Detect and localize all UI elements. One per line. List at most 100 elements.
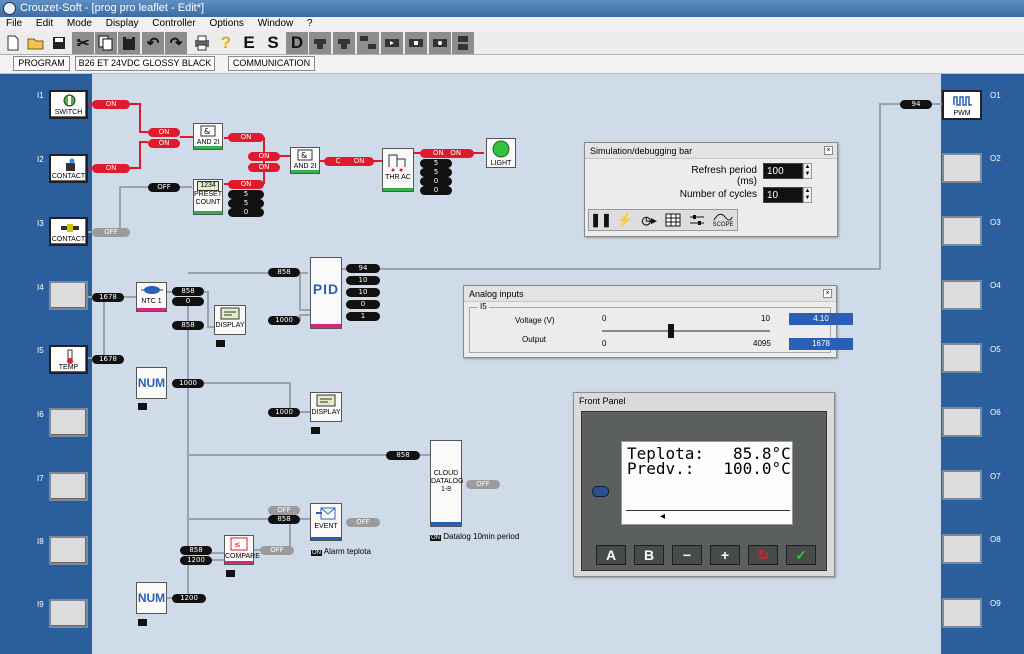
signal-value: 0 [420,186,452,195]
pwm-block[interactable]: PWM [942,90,982,120]
num-tag-icon [138,403,147,410]
refresh-period-input[interactable]: 100 [763,163,803,179]
sliders-icon[interactable] [686,210,708,230]
clock-step-icon[interactable]: ◷▸ [638,210,660,230]
refresh-spinner[interactable]: ▲ ▼ [803,163,812,179]
signal-value: 858 [268,515,300,524]
cloud-datalog-block[interactable]: CLOUD DATALOG 1-8 [430,440,463,527]
close-icon[interactable]: × [824,146,833,155]
front-button-ok[interactable]: ✓ [786,545,816,565]
output-max: 4095 [753,339,771,348]
lightning-icon[interactable]: ⚡ [614,210,636,230]
empty-input-slot[interactable] [49,472,88,501]
ntc-block[interactable]: NTC 1 [136,282,167,312]
display-tag-icon [311,427,320,434]
window-title-bar: Analog inputs × [464,286,836,302]
signal-value: ON [248,152,280,161]
window-title-bar: Simulation/debugging bar × [585,143,837,159]
empty-input-slot[interactable] [49,281,88,310]
close-icon[interactable]: × [823,289,832,298]
contact-block[interactable]: CONTACT [49,154,88,183]
empty-input-slot[interactable] [49,408,88,437]
front-panel-body: Teplota: 85.8°C Predv.: 100.0°C ◂ A B − +… [581,411,827,571]
signal-value: OFF [346,518,380,527]
scope-button[interactable]: SCOPE [710,210,736,230]
signal-value: OFF [92,228,130,237]
display-block-1[interactable]: DISPLAY [214,305,246,335]
table-icon[interactable] [662,210,684,230]
switch-block[interactable]: SWITCH [49,90,88,119]
front-button-b[interactable]: B [634,545,664,565]
scope-wave-icon [713,213,733,221]
empty-output-slot[interactable] [942,343,982,373]
cycles-input[interactable]: 10 [763,187,803,203]
signal-value: 1678 [92,355,124,364]
signal-value: ON [92,100,130,109]
empty-output-slot[interactable] [942,534,982,564]
and-gate-block-1[interactable]: & AND 2I [193,123,223,150]
num-block-1[interactable]: NUM [136,367,167,399]
display-tag-icon [216,340,225,347]
num-tag-icon [138,619,147,626]
cycles-spinner[interactable]: ▲ ▼ [803,187,812,203]
temp-block[interactable]: TEMP [49,345,88,374]
empty-output-slot[interactable] [942,280,982,310]
svg-text:≤: ≤ [234,540,241,549]
thrac-icon [388,154,406,172]
voltage-value[interactable]: 4.10 [789,313,853,325]
cursor-icon: ◂ [660,511,666,522]
front-button-minus[interactable]: − [672,545,702,565]
empty-output-slot[interactable] [942,598,982,628]
compare-tag-icon [226,570,235,577]
signal-value: 10 [346,288,380,297]
contact-block[interactable]: CONTACT [49,217,88,246]
front-panel-window: Front Panel Teplota: 85.8°C Predv.: 100.0… [573,392,835,577]
lcd-screen: Teplota: 85.8°C Predv.: 100.0°C [621,441,793,525]
signal-value: ON [228,180,264,189]
front-button-a[interactable]: A [596,545,626,565]
front-button-escape[interactable]: ↻ [748,545,778,565]
and-gate-icon: & [200,125,216,137]
signal-value: 5 [420,159,452,168]
contact-icon [66,158,75,171]
signal-value: 94 [900,100,932,109]
signal-value: 858 [268,268,300,277]
analog-inputs-window: Analog inputs × I5 Voltage (V) 0 10 4.10… [463,285,853,358]
signal-value: OFF [466,480,500,489]
lcd-line-2: Predv.: 100.0°C [627,459,791,478]
simulation-debugging-window: Simulation/debugging bar × Refresh perio… [584,142,838,237]
simulation-toolbar: ❚❚ ⚡ ◷▸ SCOPE [588,209,738,231]
compare-block[interactable]: ≤ COMPARE [224,535,260,565]
output-label: Output [522,335,547,344]
empty-input-slot[interactable] [49,599,88,628]
preset-count-block[interactable]: 1234 PRESET COUNT [193,179,223,215]
empty-output-slot[interactable] [942,153,982,183]
cycles-label: Number of cycles [679,189,757,200]
signal-value: ON ON [420,149,474,158]
display-block-2[interactable]: DISPLAY [310,392,342,422]
front-button-plus[interactable]: + [710,545,740,565]
empty-input-slot[interactable] [49,536,88,565]
empty-output-slot[interactable] [942,470,982,500]
signal-value: 1000 [172,379,204,388]
voltage-slider-thumb[interactable] [667,324,674,338]
input-label: I1 [37,91,44,100]
light-output-block[interactable]: LIGHT [486,138,516,168]
signal-value: 1 [346,312,380,321]
signal-value: 5 [228,199,264,208]
pause-icon[interactable]: ❚❚ [590,210,612,230]
empty-output-slot[interactable] [942,407,982,437]
event-block[interactable]: EVENT [310,503,342,541]
and-gate-block-2[interactable]: & AND 2I [290,147,320,174]
pid-block[interactable]: PID [310,257,342,329]
lcd-divider [626,510,790,511]
num-block-2[interactable]: NUM [136,582,167,614]
thrac-block[interactable]: THR AC [382,148,414,192]
compare-icon: ≤ [230,537,248,551]
empty-output-slot[interactable] [942,216,982,246]
status-led [592,486,609,497]
voltage-max: 10 [761,314,770,323]
signal-value: ON [92,164,130,173]
contact-icon [61,224,79,232]
signal-value: ON [248,163,280,172]
